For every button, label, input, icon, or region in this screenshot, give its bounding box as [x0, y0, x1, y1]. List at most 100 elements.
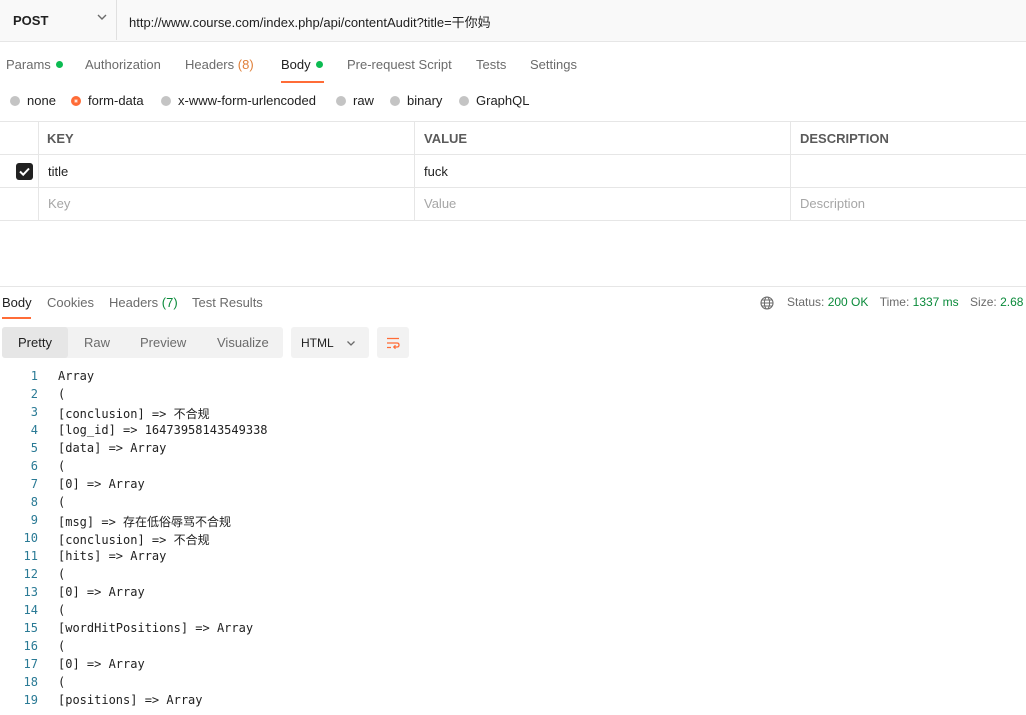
new-value-input[interactable]: Value [424, 196, 456, 211]
tab-settings-label: Settings [530, 57, 577, 72]
radio-selected-icon [71, 95, 81, 106]
line-content: [wordHitPositions] => Array [58, 621, 254, 635]
response-body-code[interactable]: 1 Array 2 (3 [conclusion] => 不合规 4 [log_id] =>… [0, 369, 1026, 715]
line-content: [0] => Array [58, 585, 145, 599]
line-number: 1 [30, 369, 38, 383]
radio-x-www-form-urlencoded[interactable]: x-www-form-urlencoded [161, 93, 316, 108]
tab-pre-request-label: Pre-request Script [347, 57, 452, 72]
line-number: 19 [23, 693, 38, 707]
new-description-input[interactable]: Description [800, 196, 865, 211]
tab-headers-count: (8) [237, 57, 254, 72]
line-number: 18 [23, 675, 38, 689]
tab-authorization-label: Authorization [85, 57, 161, 72]
line-content: ( [58, 675, 66, 689]
row-value-cell[interactable]: fuck [424, 164, 448, 179]
line-number: 10 [23, 531, 38, 545]
tab-pre-request-script[interactable]: Pre-request Script [347, 57, 452, 72]
table-col-divider [414, 121, 415, 221]
status-value[interactable]: 200 OK [828, 295, 869, 309]
wrap-lines-button[interactable] [377, 327, 409, 358]
status-label: Status: [787, 295, 825, 309]
response-pane-divider[interactable] [0, 286, 1026, 287]
radio-none-label: none [27, 93, 56, 108]
radio-circle-icon [390, 95, 400, 106]
response-tab-headers[interactable]: Headers (7) [109, 295, 178, 310]
view-visualize-button[interactable]: Visualize [217, 335, 269, 350]
row-key-cell[interactable]: title [48, 164, 68, 179]
line-number: 2 [30, 387, 38, 401]
globe-icon[interactable] [760, 296, 774, 310]
tab-authorization[interactable]: Authorization [85, 57, 161, 72]
radio-form-data[interactable]: form-data [71, 93, 144, 108]
line-content: ( [58, 459, 66, 473]
tab-tests-label: Tests [476, 57, 507, 72]
response-tab-cookies-label: Cookies [47, 295, 94, 310]
line-content: ( [58, 387, 66, 401]
line-content: ( [58, 567, 66, 581]
response-active-tab-indicator [2, 317, 31, 319]
view-preview-label: Preview [140, 335, 187, 350]
line-number: 17 [23, 657, 38, 671]
line-content: [conclusion] => 不合规 [58, 407, 210, 421]
view-pretty-button[interactable]: Pretty [2, 327, 68, 358]
radio-circle-icon [459, 95, 469, 106]
chevron-down-icon [347, 341, 355, 346]
time-label: Time: [879, 295, 910, 309]
line-number: 5 [30, 441, 38, 455]
line-number: 15 [23, 621, 38, 635]
tab-params[interactable]: Params [6, 57, 63, 72]
response-tab-body[interactable]: Body [2, 295, 32, 310]
response-tab-body-label: Body [2, 295, 32, 310]
view-mode-toolbar: Pretty Raw Preview Visualize [2, 327, 283, 358]
tab-body[interactable]: Body [281, 57, 323, 72]
radio-graphql[interactable]: GraphQL [459, 93, 529, 108]
checkmark-icon [19, 167, 30, 177]
table-border-top [0, 121, 1026, 122]
new-key-input[interactable]: Key [48, 196, 70, 211]
tab-tests[interactable]: Tests [476, 57, 506, 72]
url-bar: POST http://www.course.com/index.php/api… [0, 0, 1026, 42]
line-number: 4 [30, 423, 38, 437]
table-col-divider [38, 121, 39, 221]
time-value[interactable]: 1337 ms [913, 295, 959, 309]
row-enabled-checkbox[interactable] [16, 163, 33, 180]
table-divider [0, 187, 1026, 188]
active-tab-indicator [281, 81, 324, 83]
table-border-bottom [0, 220, 1026, 221]
view-raw-label: Raw [84, 335, 111, 350]
line-number: 13 [23, 585, 38, 599]
radio-raw-label: raw [353, 93, 374, 108]
radio-none[interactable]: none [10, 93, 56, 108]
chevron-down-icon [97, 14, 107, 20]
language-select[interactable]: HTML [291, 327, 369, 358]
size-value[interactable]: 2.68 KB [1000, 295, 1026, 309]
tab-params-label: Params [6, 57, 51, 72]
tab-headers[interactable]: Headers (8) [185, 57, 254, 72]
line-content: ( [58, 639, 66, 653]
radio-binary[interactable]: binary [390, 93, 442, 108]
view-preview-button[interactable]: Preview [140, 335, 186, 350]
radio-circle-icon [336, 95, 346, 106]
line-number: 16 [23, 639, 38, 653]
line-content: ( [58, 603, 66, 617]
view-raw-button[interactable]: Raw [84, 335, 110, 350]
url-input[interactable]: http://www.course.com/index.php/api/cont… [129, 12, 491, 31]
response-tab-headers-count: (7) [161, 295, 178, 310]
column-header-description: DESCRIPTION [800, 131, 889, 146]
radio-raw[interactable]: raw [336, 93, 374, 108]
line-content: ( [58, 495, 66, 509]
response-tab-test-results[interactable]: Test Results [192, 295, 263, 310]
size-label: Size: [970, 295, 997, 309]
radio-circle-icon [161, 95, 171, 106]
line-number: 14 [23, 603, 38, 617]
tab-settings[interactable]: Settings [530, 57, 577, 72]
line-number: 9 [30, 513, 38, 527]
line-content: [data] => Array [58, 441, 167, 455]
line-content: [0] => Array [58, 657, 145, 671]
method-select[interactable]: POST [0, 0, 117, 40]
params-active-dot [55, 61, 63, 68]
radio-urlencoded-label: x-www-form-urlencoded [178, 93, 316, 108]
response-tab-cookies[interactable]: Cookies [47, 295, 94, 310]
column-header-value: VALUE [424, 131, 468, 146]
language-select-label: HTML [301, 336, 334, 350]
